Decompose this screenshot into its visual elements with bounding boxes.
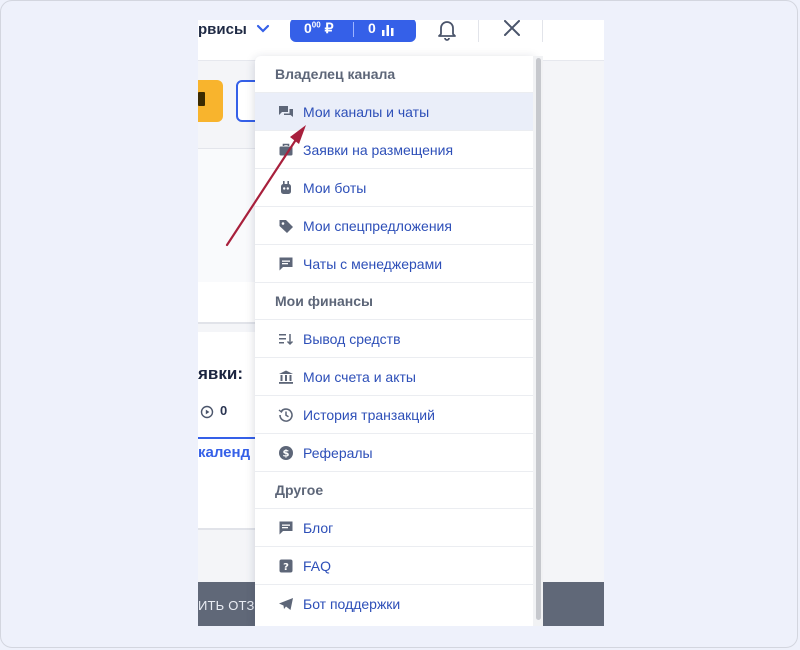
- menu-item-label: Вывод средств: [303, 331, 401, 347]
- menu-item-label: FAQ: [303, 558, 332, 574]
- balance-separator: [353, 22, 354, 37]
- help-icon: ?: [279, 559, 293, 573]
- menu-item-label: Чаты с менеджерами: [303, 256, 443, 272]
- menu-item-invoices[interactable]: Мои счета и акты: [255, 358, 534, 396]
- menu-item-placement-requests[interactable]: Заявки на размещения: [255, 131, 534, 169]
- menu-section-title: Другое: [255, 472, 534, 509]
- svg-text:$: $: [283, 449, 290, 460]
- balance-count: 0: [368, 20, 376, 36]
- content-card: [198, 282, 258, 324]
- topbar-divider: [542, 20, 543, 42]
- menu-item-transaction-history[interactable]: История транзакций: [255, 396, 534, 434]
- menu-item-label: Мои спецпредложения: [303, 218, 452, 234]
- menu-item-label: Мои счета и акты: [303, 369, 416, 385]
- chats-icon: [279, 106, 293, 117]
- menu-item-label: Бот поддержки: [303, 596, 401, 612]
- primary-action-button[interactable]: [198, 80, 223, 122]
- menu-item-label: История транзакций: [303, 407, 435, 423]
- bot-icon: [281, 181, 291, 194]
- app-viewport: рвисы 000 ₽ 0 явки: 0 календ ИТЬ ОТЗЫ Вл…: [198, 20, 604, 626]
- account-dropdown-menu: Владелец канала Мои каналы и чаты Заявки…: [255, 56, 534, 626]
- tab-active-indicator: [198, 437, 258, 439]
- menu-item-blog[interactable]: Блог: [255, 509, 534, 547]
- history-icon: [278, 408, 293, 422]
- menu-item-label: Блог: [303, 520, 334, 536]
- svg-text:?: ?: [283, 562, 289, 573]
- tag-icon: [279, 220, 293, 233]
- menu-item-my-channels[interactable]: Мои каналы и чаты: [255, 93, 534, 131]
- balance-button[interactable]: 000 ₽ 0: [290, 20, 416, 42]
- balance-money: 000 ₽: [304, 20, 334, 36]
- bell-icon[interactable]: [436, 20, 458, 42]
- bank-icon: [279, 370, 293, 384]
- briefcase-icon: [279, 143, 293, 156]
- menu-item-manager-chats[interactable]: Чаты с менеджерами: [255, 245, 534, 283]
- tab-calendar[interactable]: календ: [198, 444, 250, 461]
- menu-item-label: Мои боты: [303, 180, 367, 196]
- menu-item-faq[interactable]: ? FAQ: [255, 547, 534, 585]
- withdraw-icon: [279, 334, 294, 346]
- services-menu-label[interactable]: рвисы: [198, 20, 247, 40]
- play-circle-icon: [200, 405, 214, 419]
- menu-item-support-bot[interactable]: Бот поддержки: [255, 585, 534, 623]
- menu-section-title: Мои финансы: [255, 283, 534, 320]
- close-icon[interactable]: [502, 20, 522, 38]
- blog-icon: [279, 521, 293, 535]
- dollar-icon: $: [279, 446, 293, 460]
- telegram-icon: [279, 598, 293, 610]
- menu-item-special-offers[interactable]: Мои спецпредложения: [255, 207, 534, 245]
- menu-item-withdraw[interactable]: Вывод средств: [255, 320, 534, 358]
- menu-section-title: Владелец канала: [255, 56, 534, 93]
- counter-value: 0: [220, 403, 228, 418]
- requests-section-title: явки:: [198, 364, 243, 383]
- top-bar: рвисы 000 ₽ 0: [198, 20, 604, 61]
- menu-item-label: Мои каналы и чаты: [303, 104, 430, 120]
- menu-item-label: Заявки на размещения: [303, 142, 454, 158]
- content-card: [198, 490, 258, 530]
- message-icon: [279, 257, 293, 271]
- menu-item-my-bots[interactable]: Мои боты: [255, 169, 534, 207]
- stats-bars-icon: [382, 25, 394, 36]
- chevron-down-icon[interactable]: [256, 24, 270, 34]
- topbar-divider: [478, 20, 479, 42]
- menu-item-referrals[interactable]: $ Рефералы: [255, 434, 534, 472]
- menu-scrollbar-thumb[interactable]: [536, 58, 541, 620]
- menu-item-label: Рефералы: [303, 445, 373, 461]
